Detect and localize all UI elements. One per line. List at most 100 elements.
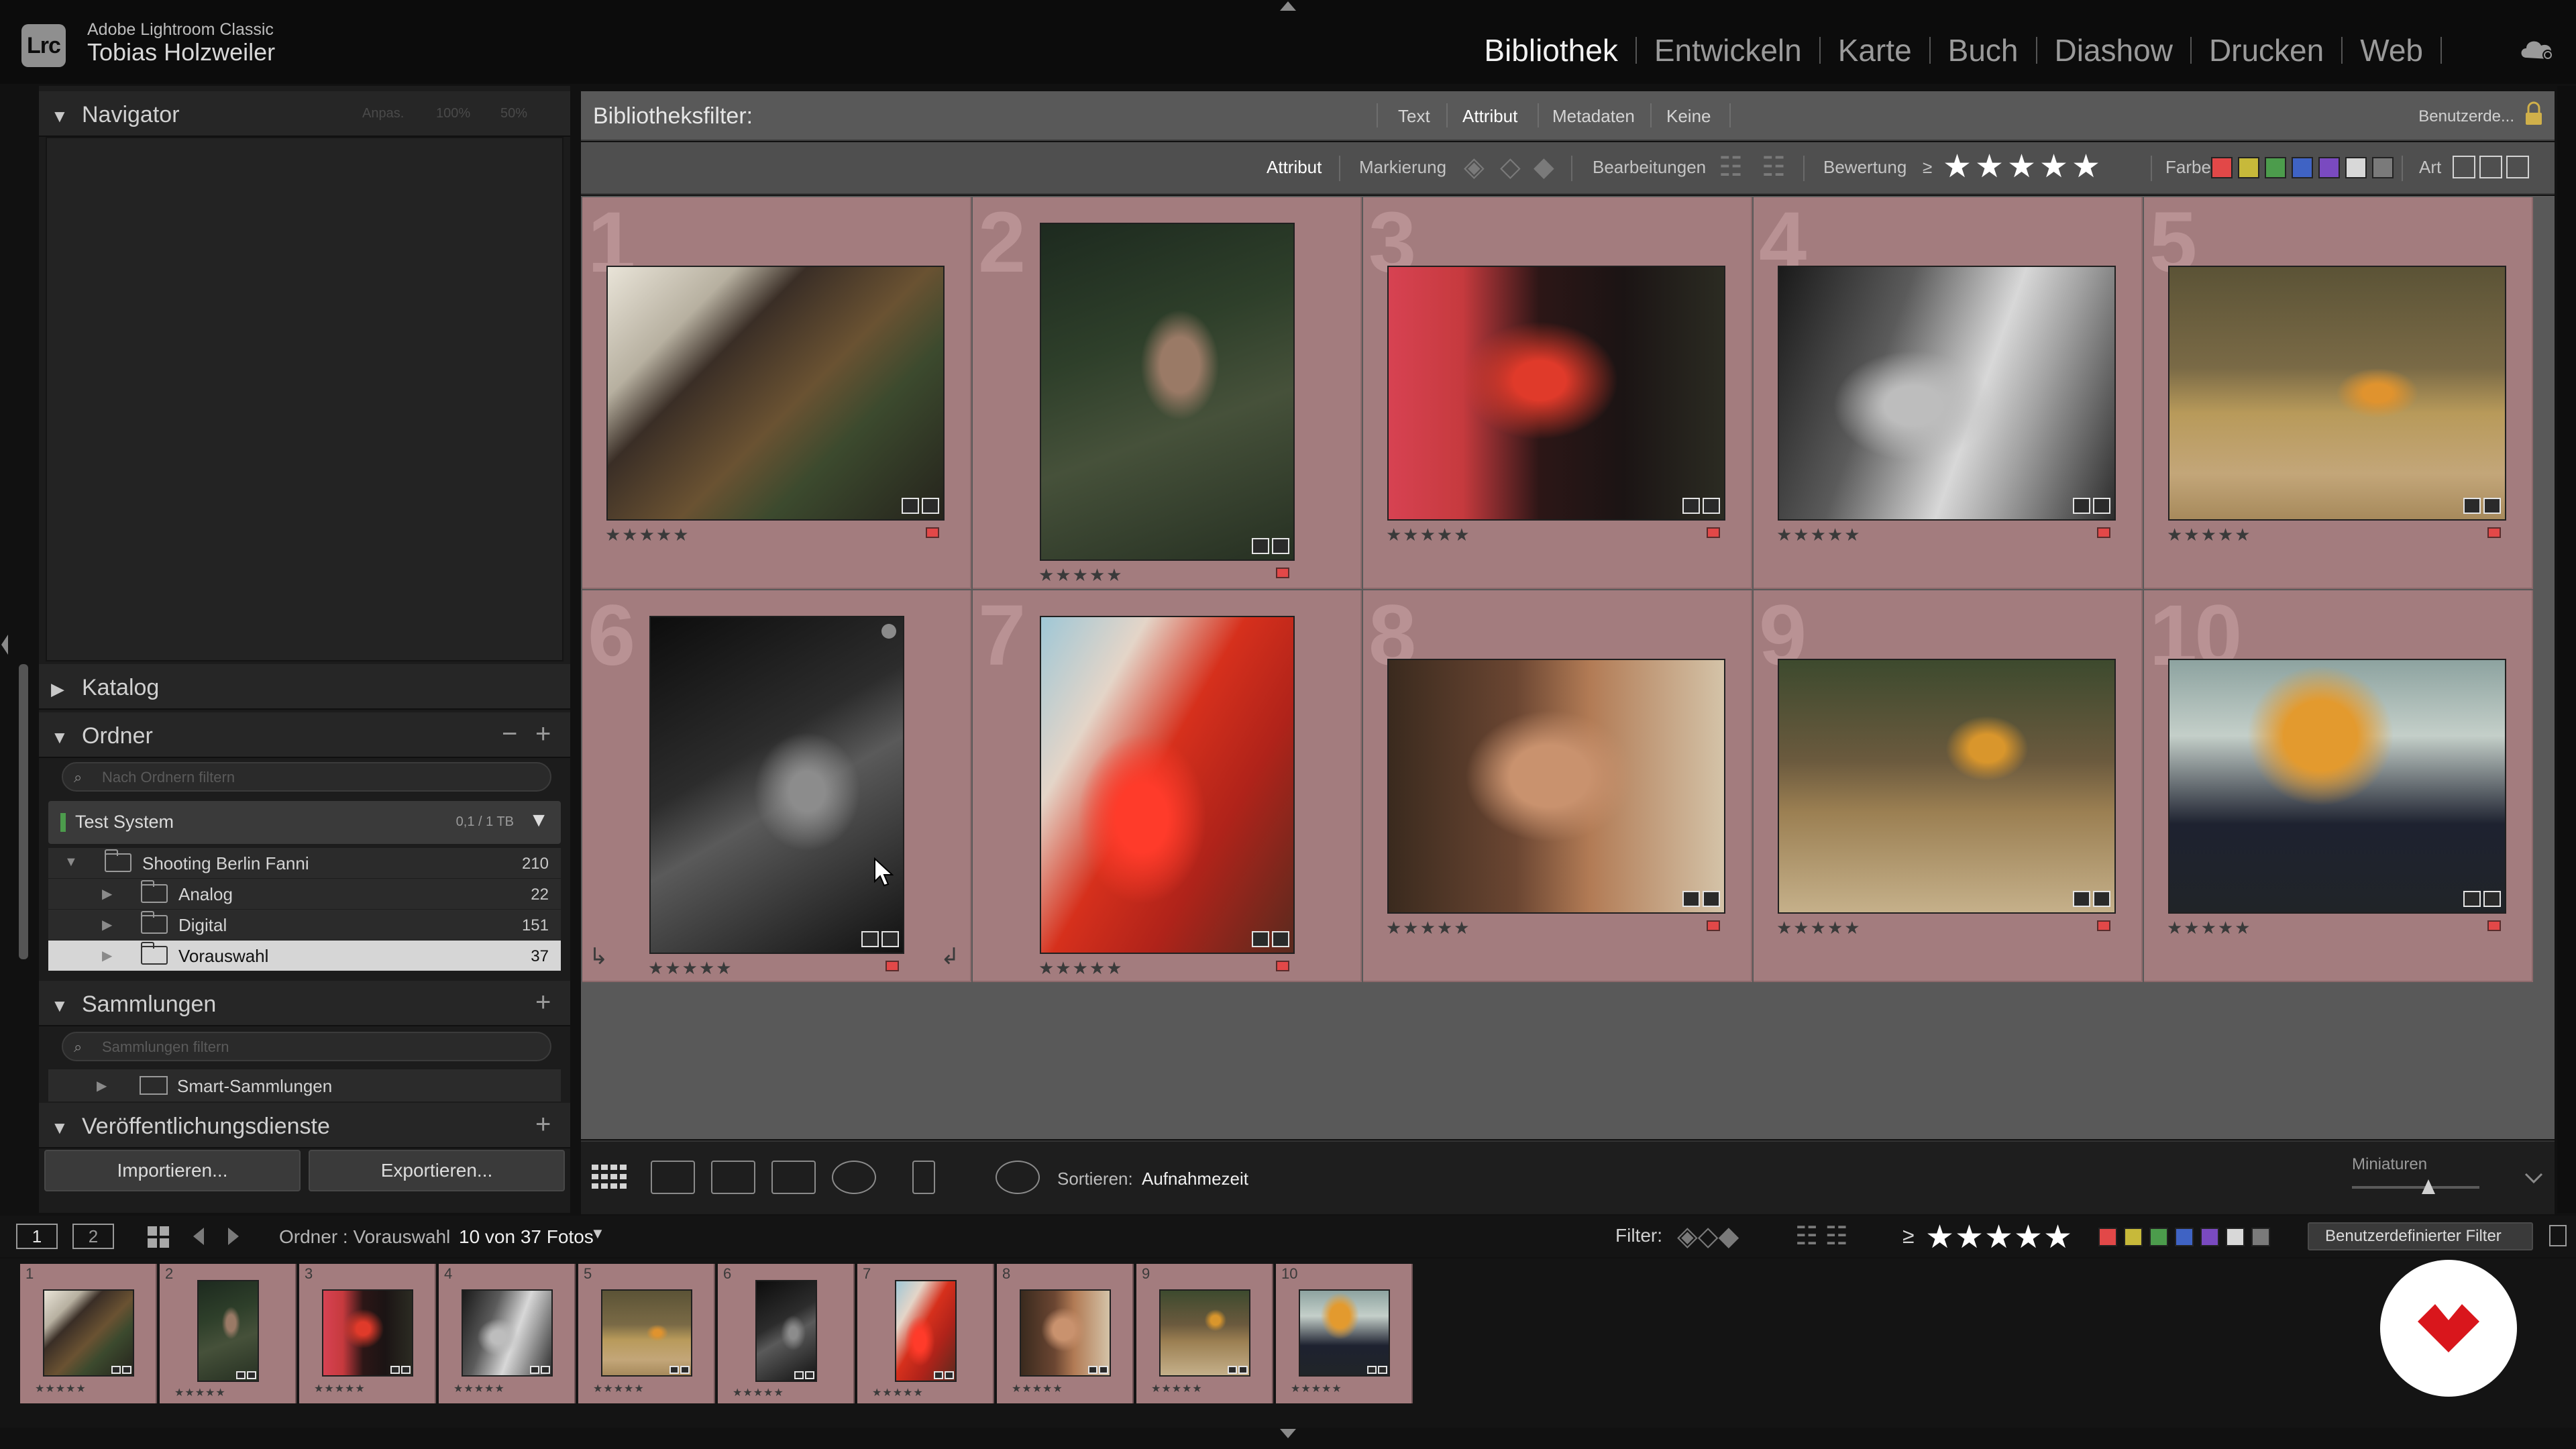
- metadata-badge-icon[interactable]: [530, 1366, 539, 1374]
- sort-dropdown[interactable]: Aufnahmezeit: [1142, 1169, 1248, 1189]
- filmstrip-thumbnail[interactable]: [755, 1280, 817, 1382]
- filter-lock-icon[interactable]: [2549, 1225, 2567, 1246]
- filmstrip-star-rating[interactable]: ★★★★★: [174, 1386, 226, 1399]
- tab-attribut[interactable]: Attribut: [1462, 106, 1517, 127]
- kind-master-icon[interactable]: [2453, 156, 2475, 178]
- folder-row-vorauswahl[interactable]: ▶ Vorauswahl 37: [48, 941, 561, 971]
- expand-triangle-icon[interactable]: ▶: [102, 947, 112, 964]
- filmstrip-rating-star-icon[interactable]: ★: [2043, 1218, 2072, 1256]
- filmstrip-rating-star-icon[interactable]: ★: [2014, 1218, 2043, 1256]
- rating-star-icon[interactable]: ★: [1943, 148, 1972, 185]
- rating-operator[interactable]: ≥: [1923, 157, 1932, 178]
- add-publish-service-icon[interactable]: +: [535, 1110, 551, 1140]
- filmstrip-cell[interactable]: 2 ★★★★★: [160, 1264, 297, 1403]
- filmstrip-rating-star-icon[interactable]: ★: [1984, 1218, 2013, 1256]
- filmstrip-thumbnail[interactable]: [895, 1280, 957, 1382]
- navigator-preview[interactable]: [46, 137, 564, 661]
- filmstrip-cell[interactable]: 8 ★★★★★: [997, 1264, 1134, 1403]
- filmstrip-star-rating[interactable]: ★★★★★: [1291, 1382, 1342, 1395]
- edited-icon[interactable]: ☷: [1719, 152, 1743, 182]
- kind-video-icon[interactable]: [2506, 156, 2529, 178]
- filmstrip-thumbnail[interactable]: [462, 1289, 553, 1377]
- custom-filter-dropdown[interactable]: Benutzerdefinierter Filter: [2308, 1222, 2533, 1250]
- star-rating[interactable]: ★★★★★: [1038, 958, 1124, 979]
- rotate-right-icon[interactable]: ↲: [941, 943, 960, 970]
- grid-cell[interactable]: 3 ★★★★★: [1363, 195, 1752, 589]
- color-label[interactable]: [2487, 527, 2501, 538]
- panel-toggle-bottom-icon[interactable]: [1280, 1429, 1296, 1440]
- develop-badge-icon[interactable]: [247, 1371, 256, 1379]
- rating-star-icon[interactable]: ★: [2039, 148, 2068, 185]
- survey-view-icon[interactable]: [771, 1161, 816, 1194]
- color-filter-swatch[interactable]: [2372, 157, 2394, 178]
- grid-cell[interactable]: 5 ★★★★★: [2144, 195, 2533, 589]
- filmstrip-star-rating[interactable]: ★★★★★: [1012, 1382, 1063, 1395]
- color-filter-swatch[interactable]: [2318, 157, 2340, 178]
- loupe-view-icon[interactable]: [651, 1161, 695, 1194]
- folders-header[interactable]: ▼ Ordner − +: [39, 712, 570, 758]
- metadata-badge-icon[interactable]: [390, 1366, 400, 1374]
- filmstrip-color-swatch[interactable]: [2149, 1228, 2168, 1246]
- develop-badge-icon[interactable]: [805, 1371, 814, 1379]
- filmstrip-star-rating[interactable]: ★★★★★: [35, 1382, 87, 1395]
- folder-row-shooting-berlin-fanni[interactable]: ▼ Shooting Berlin Fanni 210: [48, 848, 561, 879]
- grid-cell[interactable]: 8 ★★★★★: [1363, 588, 1752, 982]
- star-rating[interactable]: ★★★★★: [2167, 918, 2252, 938]
- navigator-zoom-fit[interactable]: Anpas.: [362, 106, 404, 121]
- photo-thumbnail[interactable]: [1040, 616, 1295, 954]
- volume-dropdown-icon[interactable]: ▼: [529, 809, 549, 832]
- edits-filter-icon[interactable]: ☷ ☷: [1795, 1221, 1848, 1251]
- catalog-header[interactable]: ▶ Katalog: [39, 664, 570, 710]
- metadata-badge-icon[interactable]: [861, 931, 879, 947]
- star-rating[interactable]: ★★★★★: [1776, 525, 1862, 545]
- filmstrip-thumbnail[interactable]: [1020, 1289, 1111, 1377]
- filmstrip-color-swatch[interactable]: [2124, 1228, 2143, 1246]
- expand-triangle-icon[interactable]: ▶: [102, 916, 112, 933]
- expand-triangle-icon[interactable]: ▶: [102, 885, 112, 902]
- filmstrip-cell[interactable]: 7 ★★★★★: [857, 1264, 994, 1403]
- photo-count-dropdown-icon[interactable]: ▼: [590, 1225, 605, 1242]
- module-entwickeln[interactable]: Entwickeln: [1637, 32, 1819, 68]
- volume-row[interactable]: Test System 0,1 / 1 TB ▼: [48, 801, 561, 844]
- filmstrip-rating-star-icon[interactable]: ★: [1955, 1218, 1984, 1256]
- toolbar-menu-chevron-icon[interactable]: [2524, 1169, 2544, 1186]
- forward-arrow-icon[interactable]: [221, 1225, 244, 1248]
- lock-icon[interactable]: [2522, 101, 2545, 127]
- filmstrip-star-rating[interactable]: ★★★★★: [453, 1382, 505, 1395]
- develop-badge-icon[interactable]: [541, 1366, 550, 1374]
- metadata-badge-icon[interactable]: [1682, 891, 1700, 907]
- filmstrip-thumbnail[interactable]: [322, 1289, 413, 1377]
- tab-keine[interactable]: Keine: [1666, 106, 1711, 127]
- filmstrip-color-swatch[interactable]: [2200, 1228, 2219, 1246]
- quick-collection-dot-icon[interactable]: [881, 624, 896, 639]
- flag-unflagged-icon[interactable]: ◇: [1500, 152, 1521, 182]
- photo-thumbnail[interactable]: [606, 266, 945, 521]
- rating-star-icon[interactable]: ★: [1975, 148, 2004, 185]
- star-rating[interactable]: ★★★★★: [2167, 525, 2252, 545]
- compare-view-icon[interactable]: [711, 1161, 755, 1194]
- filmstrip-color-swatch[interactable]: [2175, 1228, 2194, 1246]
- photo-thumbnail[interactable]: [1040, 223, 1295, 561]
- star-rating[interactable]: ★★★★★: [605, 525, 690, 545]
- metadata-badge-icon[interactable]: [1367, 1366, 1377, 1374]
- filmstrip-star-rating[interactable]: ★★★★★: [733, 1386, 784, 1399]
- develop-badge-icon[interactable]: [2483, 891, 2501, 907]
- develop-badge-icon[interactable]: [122, 1366, 131, 1374]
- develop-badge-icon[interactable]: [1099, 1366, 1108, 1374]
- secondary-window-1-tab[interactable]: 1: [16, 1224, 58, 1249]
- grid-view-icon[interactable]: [589, 1161, 633, 1194]
- metadata-badge-icon[interactable]: [2073, 498, 2090, 514]
- metadata-badge-icon[interactable]: [794, 1371, 804, 1379]
- metadata-badge-icon[interactable]: [1252, 538, 1269, 554]
- color-label[interactable]: [1707, 920, 1720, 931]
- metadata-badge-icon[interactable]: [669, 1366, 679, 1374]
- metadata-badge-icon[interactable]: [2463, 891, 2481, 907]
- color-label[interactable]: [1276, 568, 1289, 578]
- color-label[interactable]: [2487, 920, 2501, 931]
- filmstrip-cell[interactable]: 9 ★★★★★: [1136, 1264, 1273, 1403]
- collapse-triangle-icon[interactable]: ▼: [64, 855, 78, 870]
- metadata-badge-icon[interactable]: [2463, 498, 2481, 514]
- star-rating[interactable]: ★★★★★: [648, 958, 733, 979]
- develop-badge-icon[interactable]: [401, 1366, 411, 1374]
- filmstrip-rating-operator[interactable]: ≥: [1902, 1224, 1915, 1248]
